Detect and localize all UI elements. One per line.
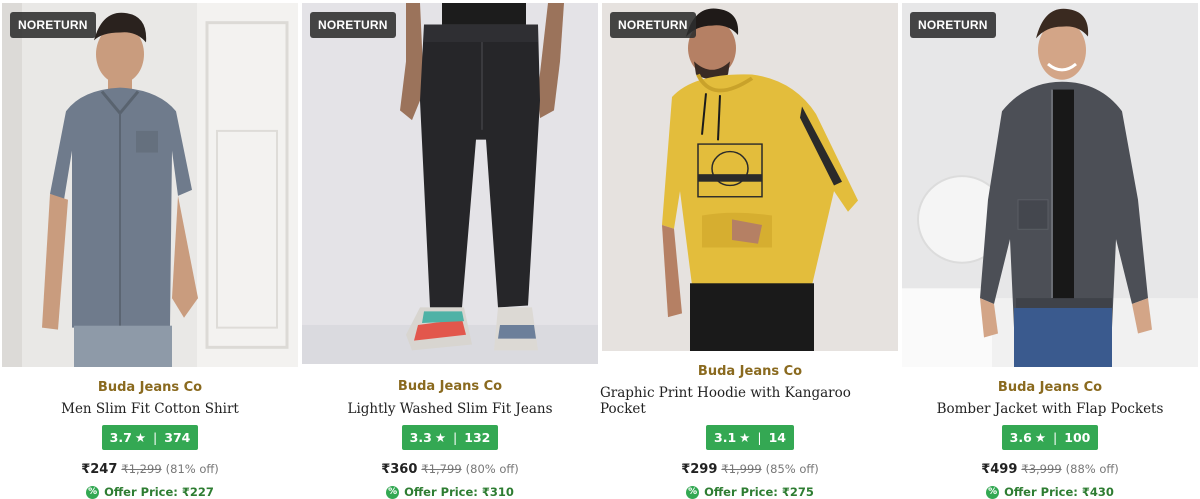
product-photo: [602, 3, 898, 351]
price-row: ₹299 ₹1,999 (85% off): [681, 462, 819, 477]
rating-badge: 3.7 ★ | 374: [101, 425, 199, 450]
offer-price: Offer Price: ₹310: [404, 485, 514, 499]
selling-price: ₹499: [981, 462, 1018, 477]
brand-name[interactable]: Buda Jeans Co: [998, 380, 1102, 395]
review-count: 374: [164, 430, 191, 445]
offer-price: Offer Price: ₹227: [104, 485, 214, 499]
product-title[interactable]: Men Slim Fit Cotton Shirt: [61, 401, 239, 417]
discount-percent: (81% off): [165, 462, 219, 476]
brand-name[interactable]: Buda Jeans Co: [98, 380, 202, 395]
rating-value: 3.6: [1009, 430, 1032, 445]
rating-separator: |: [453, 430, 458, 445]
product-card[interactable]: NORETURN Buda Jeans Co Graphic Print Hoo…: [600, 0, 900, 499]
offer-tag-icon: %: [86, 485, 100, 499]
product-grid: NORETURN Buda Jeans Co Men Slim Fit Cott…: [0, 0, 1200, 499]
product-title[interactable]: Graphic Print Hoodie with Kangaroo Pocke…: [600, 385, 900, 417]
offer-price: Offer Price: ₹275: [704, 485, 814, 499]
product-card[interactable]: NORETURN Buda Jeans Co Men Slim Fit Cott…: [0, 0, 300, 499]
original-price: ₹1,799: [421, 462, 462, 476]
discount-percent: (80% off): [465, 462, 519, 476]
original-price: ₹3,999: [1021, 462, 1062, 476]
noreturn-badge: NORETURN: [10, 12, 96, 38]
noreturn-badge: NORETURN: [310, 12, 396, 38]
rating-value: 3.3: [409, 430, 432, 445]
product-image[interactable]: NORETURN: [902, 3, 1198, 367]
brand-name[interactable]: Buda Jeans Co: [398, 379, 502, 394]
original-price: ₹1,999: [721, 462, 762, 476]
discount-percent: (88% off): [1065, 462, 1119, 476]
star-icon: ★: [134, 430, 147, 445]
offer-tag-icon: %: [386, 485, 400, 499]
offer-tag-icon: %: [686, 485, 700, 499]
offer-price-row: % Offer Price: ₹227: [86, 485, 214, 499]
price-row: ₹247 ₹1,299 (81% off): [81, 462, 219, 477]
product-image[interactable]: NORETURN: [602, 3, 898, 351]
product-image[interactable]: NORETURN: [2, 3, 298, 367]
review-count: 132: [464, 430, 491, 445]
offer-price-row: % Offer Price: ₹310: [386, 485, 514, 499]
product-title[interactable]: Bomber Jacket with Flap Pockets: [937, 401, 1164, 417]
rating-badge: 3.3 ★ | 132: [401, 425, 499, 450]
product-photo: [902, 3, 1198, 367]
rating-badge: 3.1 ★ | 14: [706, 425, 794, 450]
rating-separator: |: [757, 430, 762, 445]
price-row: ₹499 ₹3,999 (88% off): [981, 462, 1119, 477]
product-photo: [302, 3, 598, 364]
product-card[interactable]: NORETURN Buda Jeans Co Lightly Washed Sl…: [300, 0, 600, 499]
star-icon: ★: [1034, 430, 1047, 445]
product-image[interactable]: NORETURN: [302, 3, 598, 364]
star-icon: ★: [434, 430, 447, 445]
brand-name[interactable]: Buda Jeans Co: [698, 364, 802, 379]
offer-price: Offer Price: ₹430: [1004, 485, 1114, 499]
offer-price-row: % Offer Price: ₹275: [686, 485, 814, 499]
selling-price: ₹247: [81, 462, 118, 477]
product-card[interactable]: NORETURN Buda Jeans Co Bomber Jacket wit…: [900, 0, 1200, 499]
rating-value: 3.7: [109, 430, 132, 445]
rating-badge: 3.6 ★ | 100: [1001, 425, 1099, 450]
rating-separator: |: [1053, 430, 1058, 445]
offer-tag-icon: %: [986, 485, 1000, 499]
offer-price-row: % Offer Price: ₹430: [986, 485, 1114, 499]
rating-value: 3.1: [714, 430, 737, 445]
rating-separator: |: [153, 430, 158, 445]
noreturn-badge: NORETURN: [610, 12, 696, 38]
review-count: 14: [768, 430, 786, 445]
noreturn-badge: NORETURN: [910, 12, 996, 38]
original-price: ₹1,299: [121, 462, 162, 476]
selling-price: ₹299: [681, 462, 718, 477]
selling-price: ₹360: [381, 462, 418, 477]
price-row: ₹360 ₹1,799 (80% off): [381, 462, 519, 477]
review-count: 100: [1064, 430, 1091, 445]
product-photo: [2, 3, 298, 367]
star-icon: ★: [739, 430, 751, 445]
product-title[interactable]: Lightly Washed Slim Fit Jeans: [347, 401, 552, 417]
discount-percent: (85% off): [765, 462, 819, 476]
